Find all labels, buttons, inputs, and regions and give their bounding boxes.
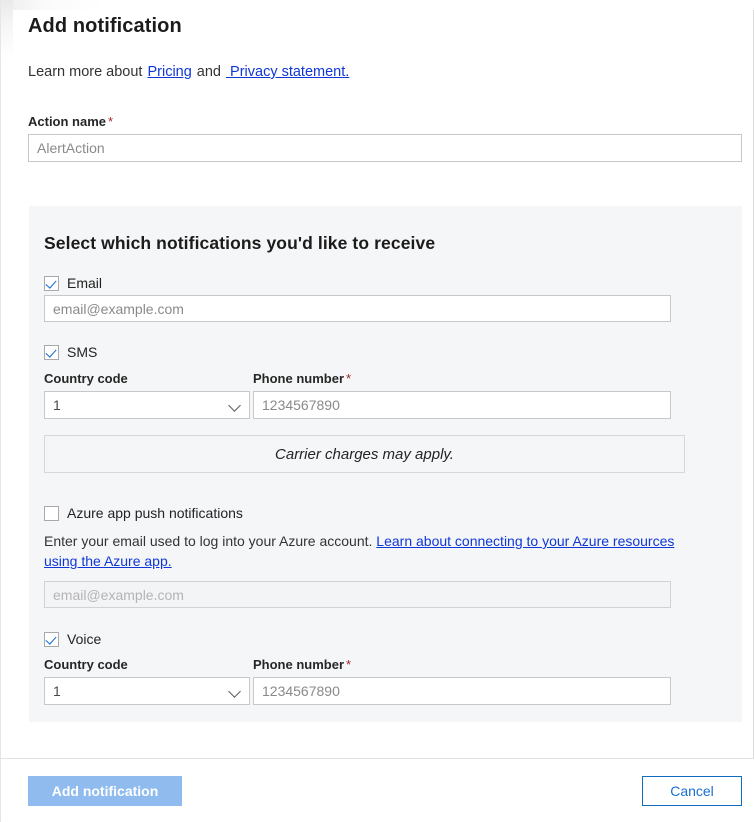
cancel-button[interactable]: Cancel [642, 776, 742, 806]
voice-phone-required-marker: * [346, 657, 352, 672]
sms-checkbox-label: SMS [67, 344, 98, 360]
voice-checkbox[interactable] [44, 631, 59, 647]
sms-phone-required-marker: * [346, 371, 352, 386]
sms-checkbox-row[interactable]: SMS [44, 344, 97, 360]
azure-push-help-text: Enter your email used to log into your A… [44, 531, 699, 571]
sms-country-code-select[interactable]: 1 [44, 391, 250, 419]
action-name-label-text: Action name [28, 114, 107, 129]
email-checkbox[interactable] [44, 275, 59, 291]
voice-phone-number-label-text: Phone number [253, 657, 345, 672]
voice-phone-number-input[interactable] [253, 677, 671, 705]
carrier-charges-text: Carrier charges may apply. [275, 445, 454, 463]
add-notification-button[interactable]: Add notification [28, 776, 182, 806]
voice-country-code-label: Country code [44, 657, 128, 672]
email-checkbox-row[interactable]: Email [44, 275, 102, 291]
sms-phone-number-input[interactable] [253, 391, 671, 419]
azure-push-checkbox[interactable] [44, 505, 59, 521]
voice-country-code-wrapper[interactable]: 1 [44, 677, 250, 705]
action-name-label: Action name * [28, 114, 113, 129]
sms-country-code-wrapper[interactable]: 1 [44, 391, 250, 419]
sms-country-code-label: Country code [44, 371, 128, 386]
voice-country-code-select[interactable]: 1 [44, 677, 250, 705]
intro-lead: Learn more about [28, 64, 143, 80]
panel-title: Select which notifications you'd like to… [44, 233, 436, 253]
carrier-charges-notice: Carrier charges may apply. [44, 435, 685, 473]
azure-push-checkbox-label: Azure app push notifications [67, 505, 243, 521]
azure-push-help-sentence: Enter your email used to log into your A… [44, 533, 373, 549]
page-title: Add notification [28, 15, 182, 37]
sms-phone-number-label-text: Phone number [253, 371, 345, 386]
azure-push-checkbox-row[interactable]: Azure app push notifications [44, 505, 243, 521]
add-notification-blade: Add notification Learn more about Pricing… [0, 0, 754, 822]
azure-push-email-input[interactable] [44, 581, 671, 608]
voice-checkbox-label: Voice [67, 631, 102, 647]
email-address-input[interactable] [44, 295, 671, 322]
notifications-panel: Select which notifications you'd like to… [29, 206, 742, 722]
privacy-statement-link[interactable]: Privacy statement. [226, 64, 349, 80]
action-name-required-marker: * [108, 114, 114, 129]
intro-conjunction: and [196, 64, 221, 80]
blade-content: Add notification Learn more about Pricing… [1, 0, 754, 758]
voice-phone-number-label: Phone number * [253, 657, 351, 672]
intro-text: Learn more about Pricing and Privacy state… [28, 64, 349, 80]
blade-footer: Add notification Cancel [1, 758, 754, 822]
pricing-link[interactable]: Pricing [147, 64, 191, 80]
voice-checkbox-row[interactable]: Voice [44, 631, 101, 647]
sms-phone-number-label: Phone number * [253, 371, 351, 386]
action-name-input[interactable] [28, 134, 742, 162]
email-checkbox-label: Email [67, 275, 103, 291]
sms-checkbox[interactable] [44, 344, 59, 360]
